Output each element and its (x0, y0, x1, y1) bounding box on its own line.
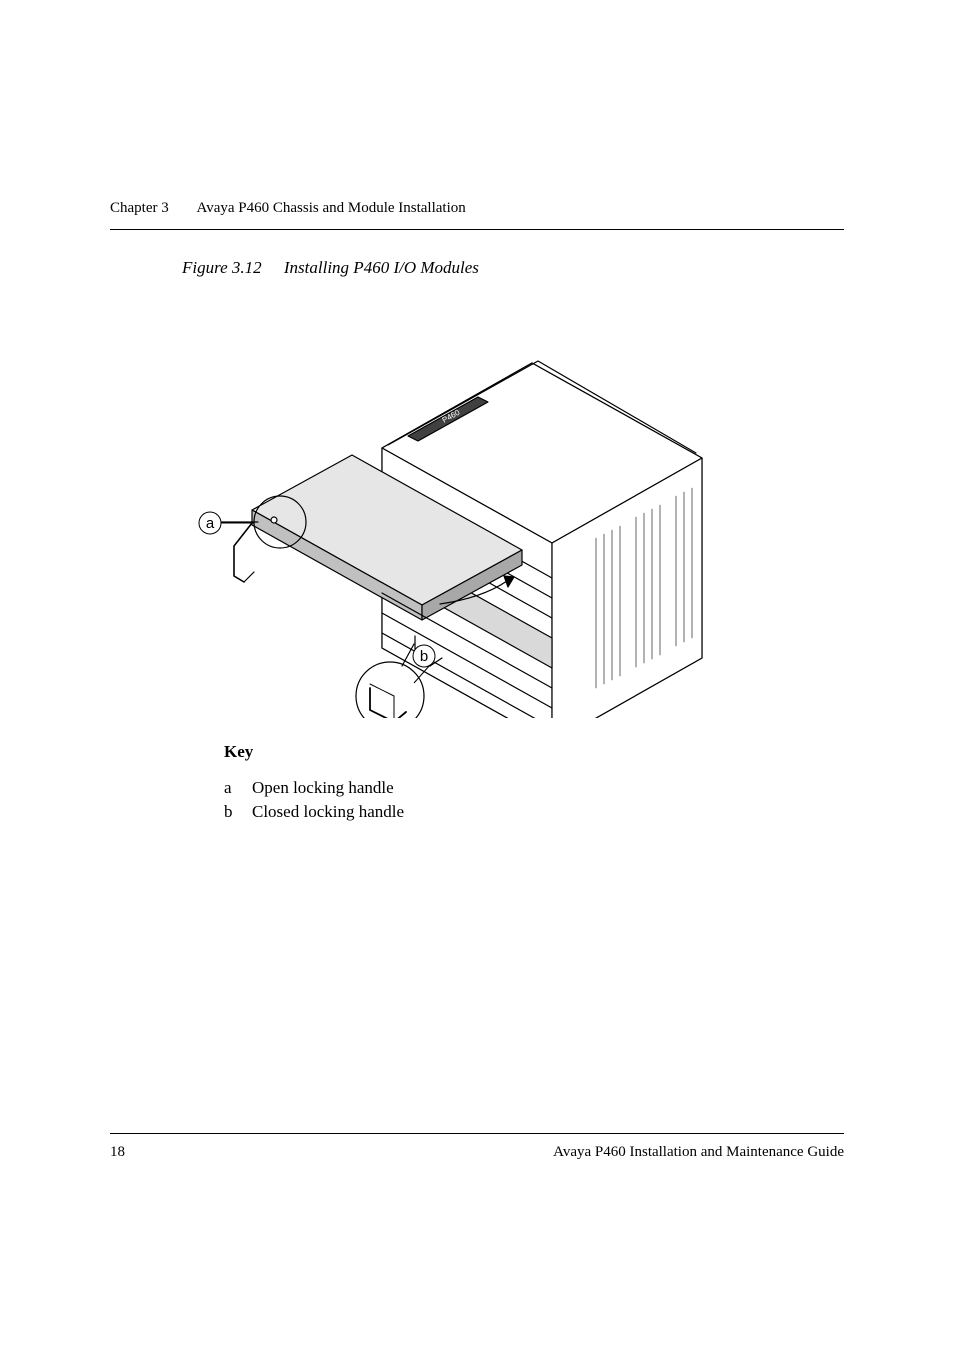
page-header: Chapter 3 Avaya P460 Chassis and Module … (110, 200, 844, 230)
doc-title: Avaya P460 Installation and Maintenance … (553, 1144, 844, 1161)
chapter-title: Avaya P460 Chassis and Module Installati… (196, 200, 465, 217)
page-footer: 18 Avaya P460 Installation and Maintenan… (110, 1133, 844, 1161)
figure-key: Key a Open locking handle b Closed locki… (224, 742, 844, 824)
key-letter: b (224, 800, 252, 824)
key-item: a Open locking handle (224, 776, 844, 800)
figure-caption: Figure 3.12 Installing P460 I/O Modules (182, 258, 844, 278)
page-number: 18 (110, 1144, 125, 1161)
figure-number: Figure 3.12 (182, 258, 262, 277)
chapter-label: Chapter 3 (110, 200, 169, 217)
key-heading: Key (224, 742, 844, 762)
callout-label-b: b (420, 648, 428, 665)
key-text: Open locking handle (252, 776, 394, 800)
figure-illustration: a b P460 (182, 288, 844, 718)
figure-title: Installing P460 I/O Modules (284, 258, 479, 277)
callout-label-a: a (206, 515, 215, 532)
key-letter: a (224, 776, 252, 800)
key-text: Closed locking handle (252, 800, 404, 824)
key-item: b Closed locking handle (224, 800, 844, 824)
